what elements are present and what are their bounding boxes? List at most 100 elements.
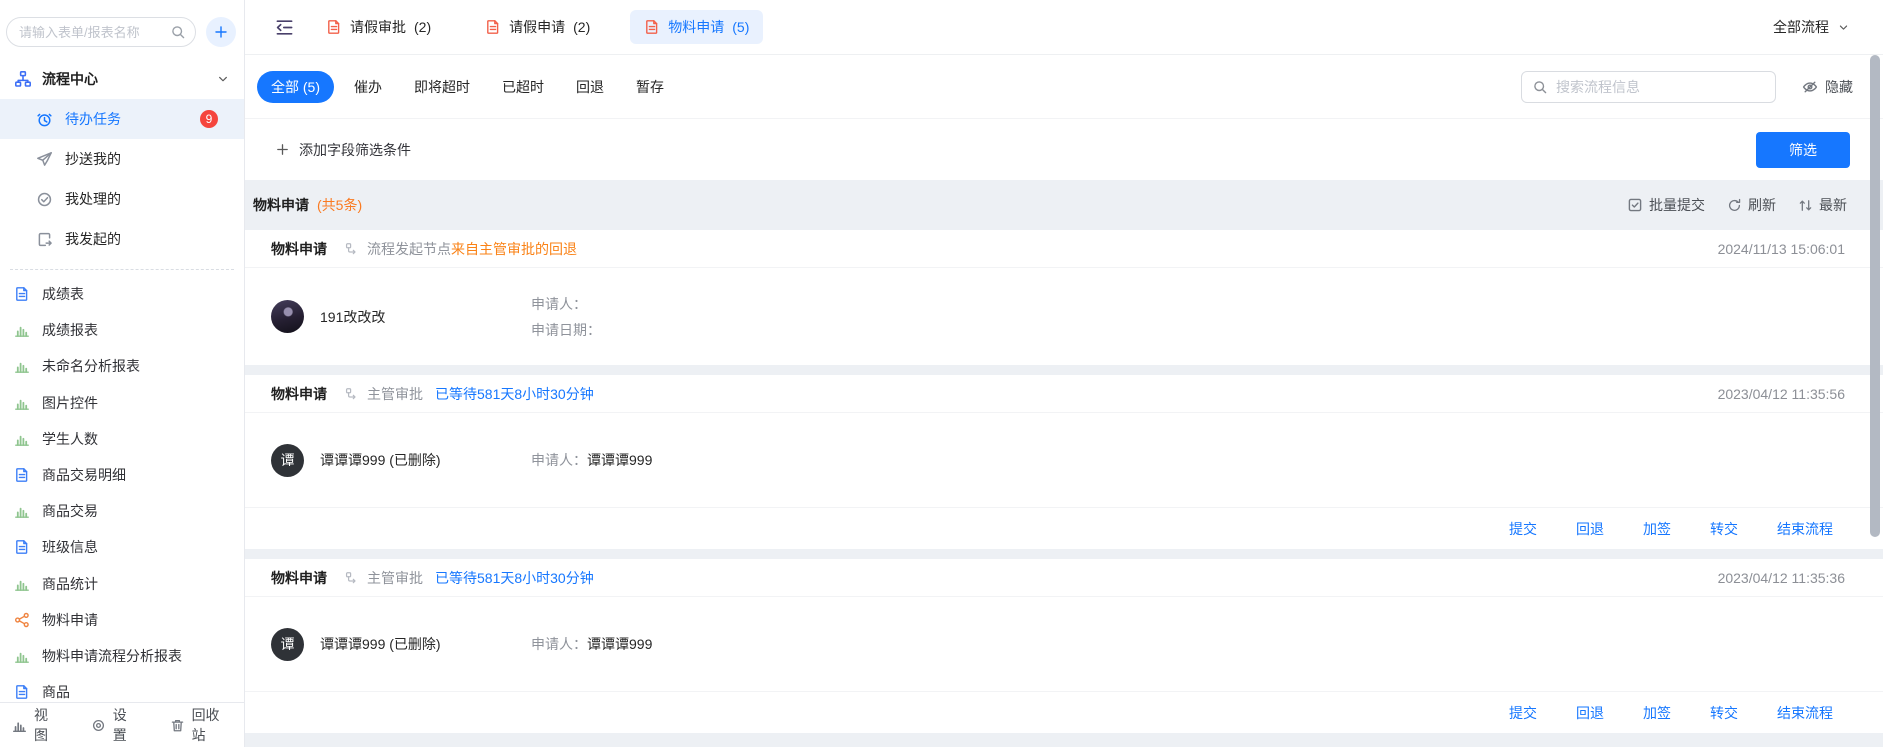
settings-button[interactable]: 设置	[91, 705, 140, 745]
tab-label: 请假审批	[350, 17, 406, 37]
bar-chart-icon	[14, 322, 30, 338]
doc-icon	[326, 19, 342, 35]
end-flow-action[interactable]: 结束流程	[1777, 703, 1833, 723]
pill-urge[interactable]: 催办	[342, 71, 394, 103]
alarm-clock-icon	[36, 111, 53, 128]
views-button[interactable]: 视图	[12, 705, 61, 745]
tab-label: 物料申请	[668, 17, 724, 37]
field-row: 申请人： 谭谭谭999	[531, 449, 652, 471]
card-title: 物料申请	[271, 384, 327, 404]
transfer-action[interactable]: 转交	[1710, 703, 1738, 723]
menu-label: 我处理的	[65, 189, 121, 209]
sidebar-form-unnamed-report[interactable]: 未命名分析报表	[0, 348, 244, 384]
transfer-action[interactable]: 转交	[1710, 519, 1738, 539]
card-body: 191改改改 申请人： 申请日期：	[245, 268, 1883, 365]
form-search	[6, 17, 196, 47]
sidebar-form-material-flow-report[interactable]: 物料申请流程分析报表	[0, 638, 244, 674]
sidebar-form-product[interactable]: 商品	[0, 674, 244, 702]
bar-chart-icon	[14, 503, 30, 519]
process-card[interactable]: 物料申请 主管审批 已等待581天8小时30分钟 2023/04/12 11:3…	[245, 375, 1883, 549]
flow-search-input[interactable]	[1521, 71, 1776, 103]
card-fields: 申请人： 谭谭谭999	[531, 449, 652, 471]
pill-draft[interactable]: 暂存	[624, 71, 676, 103]
plus-icon	[213, 24, 229, 40]
pill-all[interactable]: 全部 (5)	[257, 71, 334, 103]
add-sign-action[interactable]: 加签	[1643, 519, 1671, 539]
flow-scope-dropdown[interactable]: 全部流程	[1773, 17, 1850, 37]
process-card[interactable]: 物料申请 主管审批 已等待581天8小时30分钟 2023/04/12 11:3…	[245, 559, 1883, 733]
sort-latest-button[interactable]: 最新	[1798, 195, 1847, 215]
list-count: (共5条)	[317, 195, 362, 215]
tab-bar: 请假审批 (2) 请假申请 (2) 物料申请 (5) 全部流程	[245, 0, 1883, 55]
tab-leave-approval[interactable]: 请假审批 (2)	[312, 10, 445, 44]
sidebar-item-started-by-me[interactable]: 我发起的	[0, 219, 244, 259]
card-person: 191改改改	[271, 300, 531, 333]
form-label: 商品统计	[42, 574, 98, 594]
add-filter-condition-button[interactable]: 添加字段筛选条件	[275, 140, 411, 160]
add-form-button[interactable]	[206, 17, 236, 47]
process-list-area: 物料申请 (共5条) 批量提交 刷新 最新	[245, 180, 1883, 747]
process-card[interactable]: 物料申请 流程发起节点 来自主管审批的回退 2024/11/13 15:06:0…	[245, 230, 1883, 365]
form-search-input[interactable]	[6, 17, 196, 47]
tab-leave-request[interactable]: 请假申请 (2)	[471, 10, 604, 44]
card-timestamp: 2024/11/13 15:06:01	[1718, 241, 1845, 257]
form-label: 图片控件	[42, 393, 98, 413]
recycle-bin-button[interactable]: 回收站	[170, 705, 232, 745]
chevron-down-icon[interactable]	[216, 72, 230, 86]
sidebar-form-class-info[interactable]: 班级信息	[0, 529, 244, 565]
filter-button[interactable]: 筛选	[1756, 132, 1850, 168]
flow-search	[1521, 71, 1776, 103]
card-actions: 提交 回退 加签 转交 结束流程	[245, 507, 1883, 549]
add-sign-action[interactable]: 加签	[1643, 703, 1671, 723]
sidebar-search-row	[0, 0, 244, 59]
card-return-note: 来自主管审批的回退	[451, 239, 577, 259]
sidebar-item-cc-to-me[interactable]: 抄送我的	[0, 139, 244, 179]
sort-label: 最新	[1819, 195, 1847, 215]
bar-chart-icon	[14, 576, 30, 592]
avatar: 谭	[271, 628, 304, 661]
field-label: 申请人：	[531, 449, 587, 471]
process-center-header[interactable]: 流程中心	[0, 59, 244, 99]
sidebar-item-todo-tasks[interactable]: 待办任务 9	[0, 99, 244, 139]
form-label: 商品交易	[42, 501, 98, 521]
todo-count-badge: 9	[200, 110, 218, 128]
collapse-sidebar-button[interactable]	[275, 18, 294, 37]
sidebar-form-image-widget[interactable]: 图片控件	[0, 385, 244, 421]
hide-button[interactable]: 隐藏	[1802, 77, 1853, 97]
card-header: 物料申请 流程发起节点 来自主管审批的回退 2024/11/13 15:06:0…	[245, 230, 1883, 268]
person-name: 谭谭谭999 (已删除)	[320, 450, 441, 470]
batch-submit-button[interactable]: 批量提交	[1627, 195, 1705, 215]
sidebar-form-student-count[interactable]: 学生人数	[0, 421, 244, 457]
return-action[interactable]: 回退	[1576, 519, 1604, 539]
sidebar-form-trade[interactable]: 商品交易	[0, 493, 244, 529]
pill-timed-out[interactable]: 已超时	[490, 71, 556, 103]
submit-action[interactable]: 提交	[1509, 703, 1537, 723]
card-node: 主管审批	[367, 384, 423, 404]
sidebar-form-product-stats[interactable]: 商品统计	[0, 566, 244, 602]
pill-about-to-timeout[interactable]: 即将超时	[402, 71, 482, 103]
pill-returned[interactable]: 回退	[564, 71, 616, 103]
doc-icon	[644, 19, 660, 35]
list-header-actions: 批量提交 刷新 最新	[1627, 195, 1847, 215]
sidebar-form-score-table[interactable]: 成绩表	[0, 276, 244, 312]
scrollbar[interactable]	[1870, 55, 1880, 537]
sidebar-item-handled-by-me[interactable]: 我处理的	[0, 179, 244, 219]
hide-label: 隐藏	[1825, 77, 1853, 97]
submit-action[interactable]: 提交	[1509, 519, 1537, 539]
form-label: 物料申请流程分析报表	[42, 646, 182, 666]
tab-material-request[interactable]: 物料申请 (5)	[630, 10, 763, 44]
person-name: 谭谭谭999 (已删除)	[320, 634, 441, 654]
tab-count: (2)	[414, 19, 431, 35]
trash-icon	[170, 718, 185, 733]
sidebar-form-material-request[interactable]: 物料申请	[0, 602, 244, 638]
sidebar-form-score-report[interactable]: 成绩报表	[0, 312, 244, 348]
menu-label: 待办任务	[65, 109, 121, 129]
end-flow-action[interactable]: 结束流程	[1777, 519, 1833, 539]
return-action[interactable]: 回退	[1576, 703, 1604, 723]
sort-icon	[1798, 198, 1813, 213]
field-row: 申请日期：	[531, 319, 601, 341]
sidebar-form-trade-detail[interactable]: 商品交易明细	[0, 457, 244, 493]
refresh-button[interactable]: 刷新	[1727, 195, 1776, 215]
filter-bar: 全部 (5) 催办 即将超时 已超时 回退 暂存 隐藏	[245, 55, 1883, 118]
doc-arrow-icon	[36, 231, 53, 248]
